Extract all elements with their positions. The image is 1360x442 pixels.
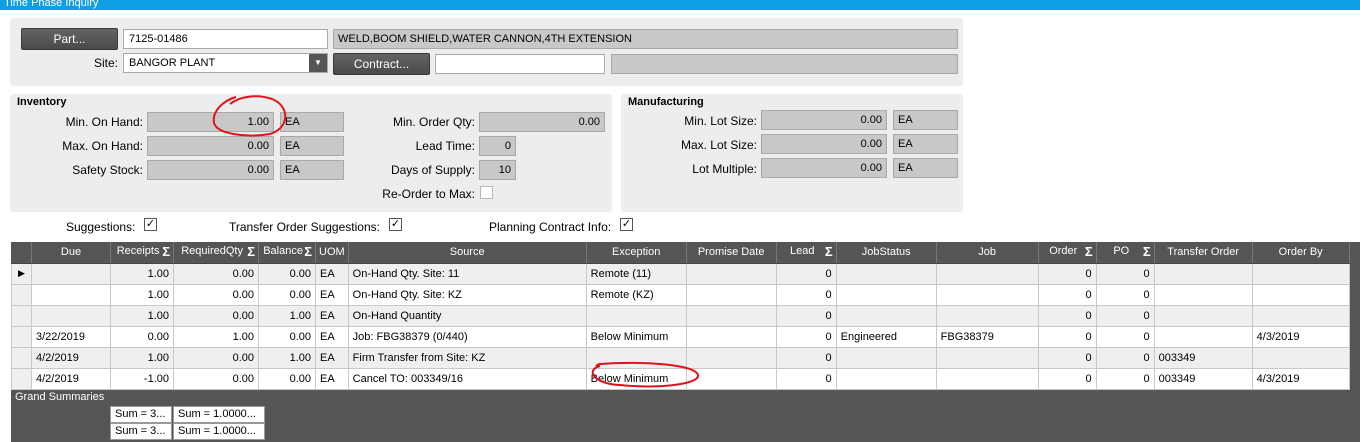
annotation-circle-min-on-hand — [212, 95, 287, 137]
annotation-overlay — [212, 95, 699, 388]
annotation-circle-below-minimum — [591, 361, 699, 388]
